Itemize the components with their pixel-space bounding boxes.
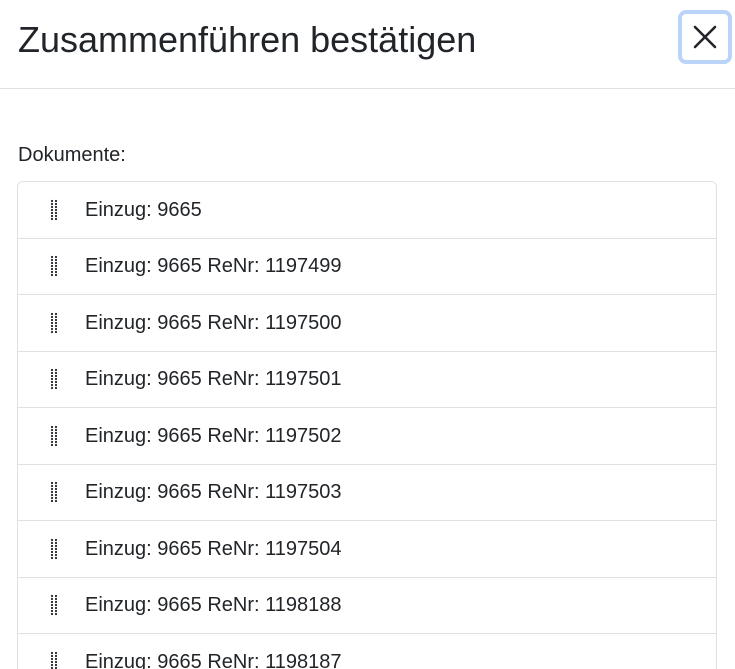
document-label: Einzug: 9665	[85, 198, 202, 221]
document-label: Einzug: 9665 ReNr: 1197503	[85, 481, 342, 504]
documents-label: Dokumente:	[18, 144, 126, 166]
modal-header: Zusammenführen bestätigen	[0, 0, 735, 89]
drag-handle-icon[interactable]	[50, 368, 58, 390]
drag-handle-icon[interactable]	[50, 651, 58, 669]
document-list-item[interactable]: Einzug: 9665 ReNr: 1198188	[18, 577, 716, 634]
document-list-item[interactable]: Einzug: 9665 ReNr: 1197499	[18, 238, 716, 295]
document-list-item[interactable]: Einzug: 9665 ReNr: 1197502	[18, 408, 716, 465]
document-list-item[interactable]: Einzug: 9665 ReNr: 1197500	[18, 295, 716, 352]
document-label: Einzug: 9665 ReNr: 1197504	[85, 537, 342, 560]
document-list-item[interactable]: Einzug: 9665 ReNr: 1197504	[18, 521, 716, 578]
drag-handle-icon[interactable]	[50, 312, 58, 334]
document-label: Einzug: 9665 ReNr: 1198187	[85, 650, 342, 669]
drag-handle-icon[interactable]	[50, 425, 58, 447]
document-list-item[interactable]: Einzug: 9665 ReNr: 1197503	[18, 464, 716, 521]
drag-handle-icon[interactable]	[50, 255, 58, 277]
document-label: Einzug: 9665 ReNr: 1197500	[85, 311, 342, 334]
close-icon	[692, 24, 718, 50]
document-list-item[interactable]: Einzug: 9665 ReNr: 1197501	[18, 351, 716, 408]
document-list-item[interactable]: Einzug: 9665 ReNr: 1198187	[18, 634, 716, 669]
drag-handle-icon[interactable]	[50, 481, 58, 503]
close-button[interactable]	[678, 10, 732, 64]
document-label: Einzug: 9665 ReNr: 1198188	[85, 594, 342, 617]
document-list-item[interactable]: Einzug: 9665	[18, 182, 716, 239]
document-label: Einzug: 9665 ReNr: 1197502	[85, 424, 342, 447]
drag-handle-icon[interactable]	[50, 594, 58, 616]
document-label: Einzug: 9665 ReNr: 1197501	[85, 368, 342, 391]
modal-title: Zusammenführen bestätigen	[18, 19, 477, 60]
drag-handle-icon[interactable]	[50, 199, 58, 221]
document-list: Einzug: 9665 Einzug: 9665 ReNr: 1197499 Ei…	[17, 181, 717, 669]
document-label: Einzug: 9665 ReNr: 1197499	[85, 255, 342, 278]
drag-handle-icon[interactable]	[50, 538, 58, 560]
merge-confirm-dialog: Zusammenführen bestätigen Dokumente: Ein…	[0, 0, 735, 669]
